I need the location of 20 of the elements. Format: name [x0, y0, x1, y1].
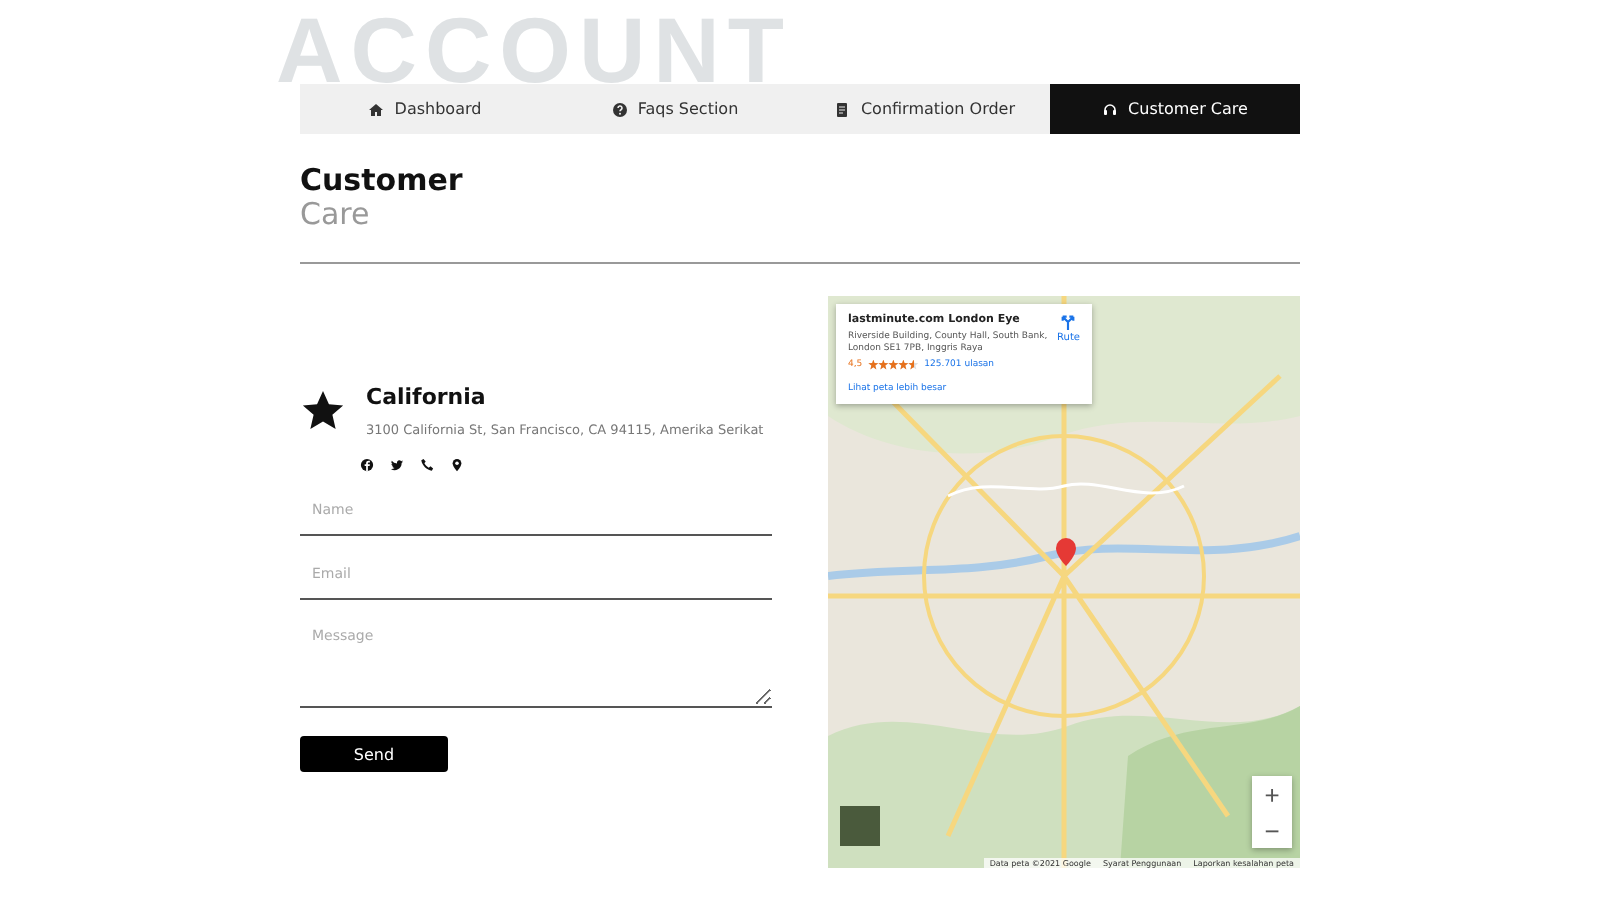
nav-tab[interactable]: Confirmation Order — [800, 84, 1050, 134]
page-title: Customer — [300, 162, 465, 198]
zoom-in-button[interactable]: + — [1252, 776, 1292, 812]
directions-icon — [1060, 314, 1077, 330]
send-button[interactable]: Send — [300, 736, 448, 772]
location-name: California — [366, 384, 488, 412]
twitter-icon — [390, 458, 404, 472]
phone-icon — [420, 458, 434, 472]
document-icon — [834, 101, 851, 117]
question-icon — [611, 101, 628, 117]
nav-tab[interactable]: Customer Care — [1050, 84, 1300, 134]
page-subtitle: Care — [300, 198, 372, 232]
headset-icon — [1102, 101, 1119, 117]
facebook-icon — [360, 458, 374, 472]
zoom-out-button[interactable]: − — [1252, 812, 1292, 848]
nav-tab[interactable]: Dashboard — [300, 84, 550, 134]
map-pin-icon — [450, 458, 464, 472]
house-icon — [368, 101, 385, 117]
star-icon — [300, 388, 346, 434]
nav-tab[interactable]: Faqs Section — [550, 84, 800, 134]
